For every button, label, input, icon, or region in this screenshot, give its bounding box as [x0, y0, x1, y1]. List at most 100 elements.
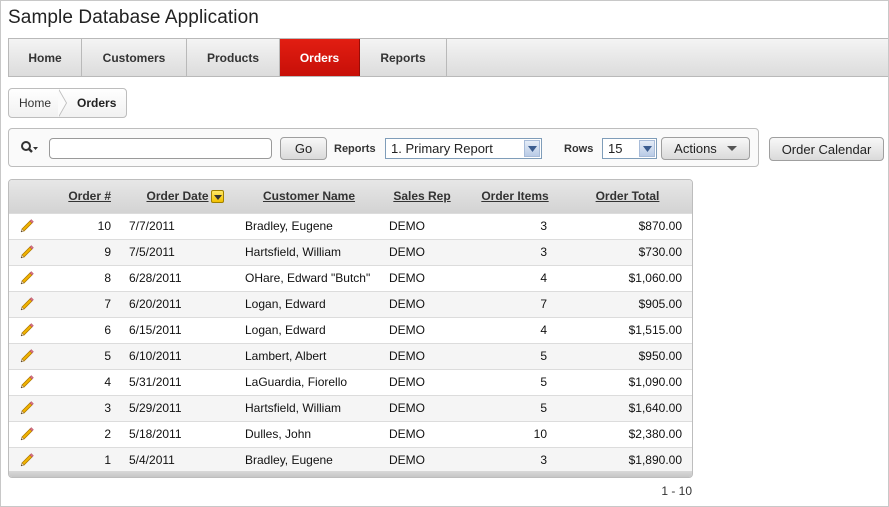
breadcrumb-home[interactable]: Home — [9, 89, 65, 117]
cell-sales-rep: DEMO — [389, 245, 425, 259]
search-input[interactable] — [49, 138, 272, 159]
rows-select[interactable]: 15 — [602, 138, 657, 159]
cell-sales-rep: DEMO — [389, 375, 425, 389]
go-button[interactable]: Go — [280, 137, 327, 160]
report-search-bar: Go Reports 1. Primary Report Rows 15 Act… — [8, 128, 759, 167]
table-row: 9 7/5/2011 Hartsfield, William DEMO 3 $730.00 — [9, 239, 692, 265]
cell-order-items: 5 — [540, 375, 547, 389]
cell-sales-rep: DEMO — [389, 271, 425, 285]
edit-column-header — [9, 180, 51, 213]
breadcrumb-current: Orders — [77, 96, 117, 110]
orders-table: Order # Order Date Customer Name Sales R… — [9, 180, 692, 473]
cell-order-number: 5 — [104, 349, 111, 363]
column-header-order-date[interactable]: Order Date — [111, 180, 241, 213]
cell-order-total: $905.00 — [638, 297, 682, 311]
cell-order-number: 3 — [104, 401, 111, 415]
cell-customer-name: Bradley, Eugene — [245, 219, 333, 233]
pencil-icon[interactable] — [19, 244, 35, 260]
cell-order-total: $730.00 — [638, 245, 682, 259]
tab-products[interactable]: Products — [187, 39, 280, 76]
cell-order-items: 10 — [533, 427, 547, 441]
table-row: 3 5/29/2011 Hartsfield, William DEMO 5 $1,640… — [9, 395, 692, 421]
cell-order-date: 6/15/2011 — [129, 323, 182, 337]
cell-order-date: 7/5/2011 — [129, 245, 175, 259]
reports-select[interactable]: 1. Primary Report — [385, 138, 542, 159]
cell-order-number: 10 — [97, 219, 111, 233]
cell-order-date: 5/29/2011 — [129, 401, 182, 415]
report-footer-bar — [9, 471, 692, 477]
tab-customers[interactable]: Customers — [82, 39, 187, 76]
pencil-icon[interactable] — [19, 400, 35, 416]
table-row: 8 6/28/2011 OHare, Edward "Butch" DEMO 4 $1,0… — [9, 265, 692, 291]
column-header-order-number[interactable]: Order # — [51, 180, 111, 213]
pencil-icon[interactable] — [19, 322, 35, 338]
pencil-icon[interactable] — [19, 374, 35, 390]
cell-order-number: 2 — [104, 427, 111, 441]
cell-order-number: 8 — [104, 271, 111, 285]
cell-customer-name: Hartsfield, William — [245, 245, 342, 259]
cell-order-number: 4 — [104, 375, 111, 389]
order-date-header-label[interactable]: Order Date — [146, 189, 208, 203]
column-header-order-total[interactable]: Order Total — [563, 180, 692, 213]
cell-customer-name: LaGuardia, Fiorello — [245, 375, 348, 389]
tab-home[interactable]: Home — [9, 39, 82, 76]
rows-select-value: 15 — [608, 141, 623, 156]
cell-order-number: 9 — [104, 245, 111, 259]
orders-report: Order # Order Date Customer Name Sales R… — [8, 179, 693, 478]
pagination-range: 1 - 10 — [661, 484, 692, 498]
cell-order-total: $870.00 — [638, 219, 682, 233]
order-calendar-button[interactable]: Order Calendar — [769, 137, 884, 161]
cell-order-items: 5 — [540, 401, 547, 415]
cell-order-date: 6/10/2011 — [129, 349, 182, 363]
reports-label: Reports — [334, 143, 376, 155]
search-icon[interactable] — [20, 140, 38, 156]
cell-sales-rep: DEMO — [389, 323, 425, 337]
column-header-customer-name[interactable]: Customer Name — [241, 180, 377, 213]
pencil-icon[interactable] — [19, 348, 35, 364]
table-row: 4 5/31/2011 LaGuardia, Fiorello DEMO 5 $1,090… — [9, 369, 692, 395]
cell-order-number: 6 — [104, 323, 111, 337]
actions-menu-button[interactable]: Actions — [661, 137, 750, 160]
cell-order-date: 5/4/2011 — [129, 453, 175, 468]
cell-customer-name: Bradley, Eugene — [245, 453, 333, 468]
cell-customer-name: Lambert, Albert — [245, 349, 327, 363]
cell-sales-rep: DEMO — [389, 219, 425, 233]
cell-customer-name: Logan, Edward — [245, 297, 326, 311]
cell-sales-rep: DEMO — [389, 297, 425, 311]
cell-order-date: 5/18/2011 — [129, 427, 182, 441]
pencil-icon[interactable] — [19, 452, 35, 468]
cell-customer-name: OHare, Edward "Butch" — [245, 271, 371, 285]
table-header-row: Order # Order Date Customer Name Sales R… — [9, 180, 692, 213]
reports-select-value: 1. Primary Report — [391, 141, 493, 156]
cell-order-number: 1 — [104, 453, 111, 468]
cell-order-items: 3 — [540, 245, 547, 259]
pencil-icon[interactable] — [19, 270, 35, 286]
table-row: 1 5/4/2011 Bradley, Eugene DEMO 3 $1,890.00 — [9, 447, 692, 473]
table-row: 2 5/18/2011 Dulles, John DEMO 10 $2,380.00 — [9, 421, 692, 447]
column-header-order-items[interactable]: Order Items — [467, 180, 563, 213]
column-header-sales-rep[interactable]: Sales Rep — [377, 180, 467, 213]
cell-order-date: 5/31/2011 — [129, 375, 182, 389]
tab-reports[interactable]: Reports — [360, 39, 447, 76]
chevron-down-icon[interactable] — [524, 140, 540, 157]
sort-desc-icon[interactable] — [210, 190, 224, 204]
tab-orders[interactable]: Orders — [280, 39, 360, 76]
cell-order-total: $1,090.00 — [628, 375, 682, 389]
app-title: Sample Database Application — [8, 7, 259, 28]
cell-order-date: 6/20/2011 — [129, 297, 182, 311]
cell-order-date: 7/7/2011 — [129, 219, 175, 233]
chevron-down-icon[interactable] — [639, 140, 655, 157]
cell-customer-name: Dulles, John — [245, 427, 312, 441]
pencil-icon[interactable] — [19, 296, 35, 312]
cell-order-items: 3 — [540, 453, 547, 468]
table-row: 5 6/10/2011 Lambert, Albert DEMO 5 $950.00 — [9, 343, 692, 369]
table-row: 7 6/20/2011 Logan, Edward DEMO 7 $905.00 — [9, 291, 692, 317]
pencil-icon[interactable] — [19, 218, 35, 234]
cell-sales-rep: DEMO — [389, 453, 425, 468]
cell-sales-rep: DEMO — [389, 401, 425, 415]
cell-order-items: 3 — [540, 219, 547, 233]
cell-order-items: 5 — [540, 349, 547, 363]
pencil-icon[interactable] — [19, 426, 35, 442]
cell-sales-rep: DEMO — [389, 427, 425, 441]
cell-customer-name: Logan, Edward — [245, 323, 326, 337]
